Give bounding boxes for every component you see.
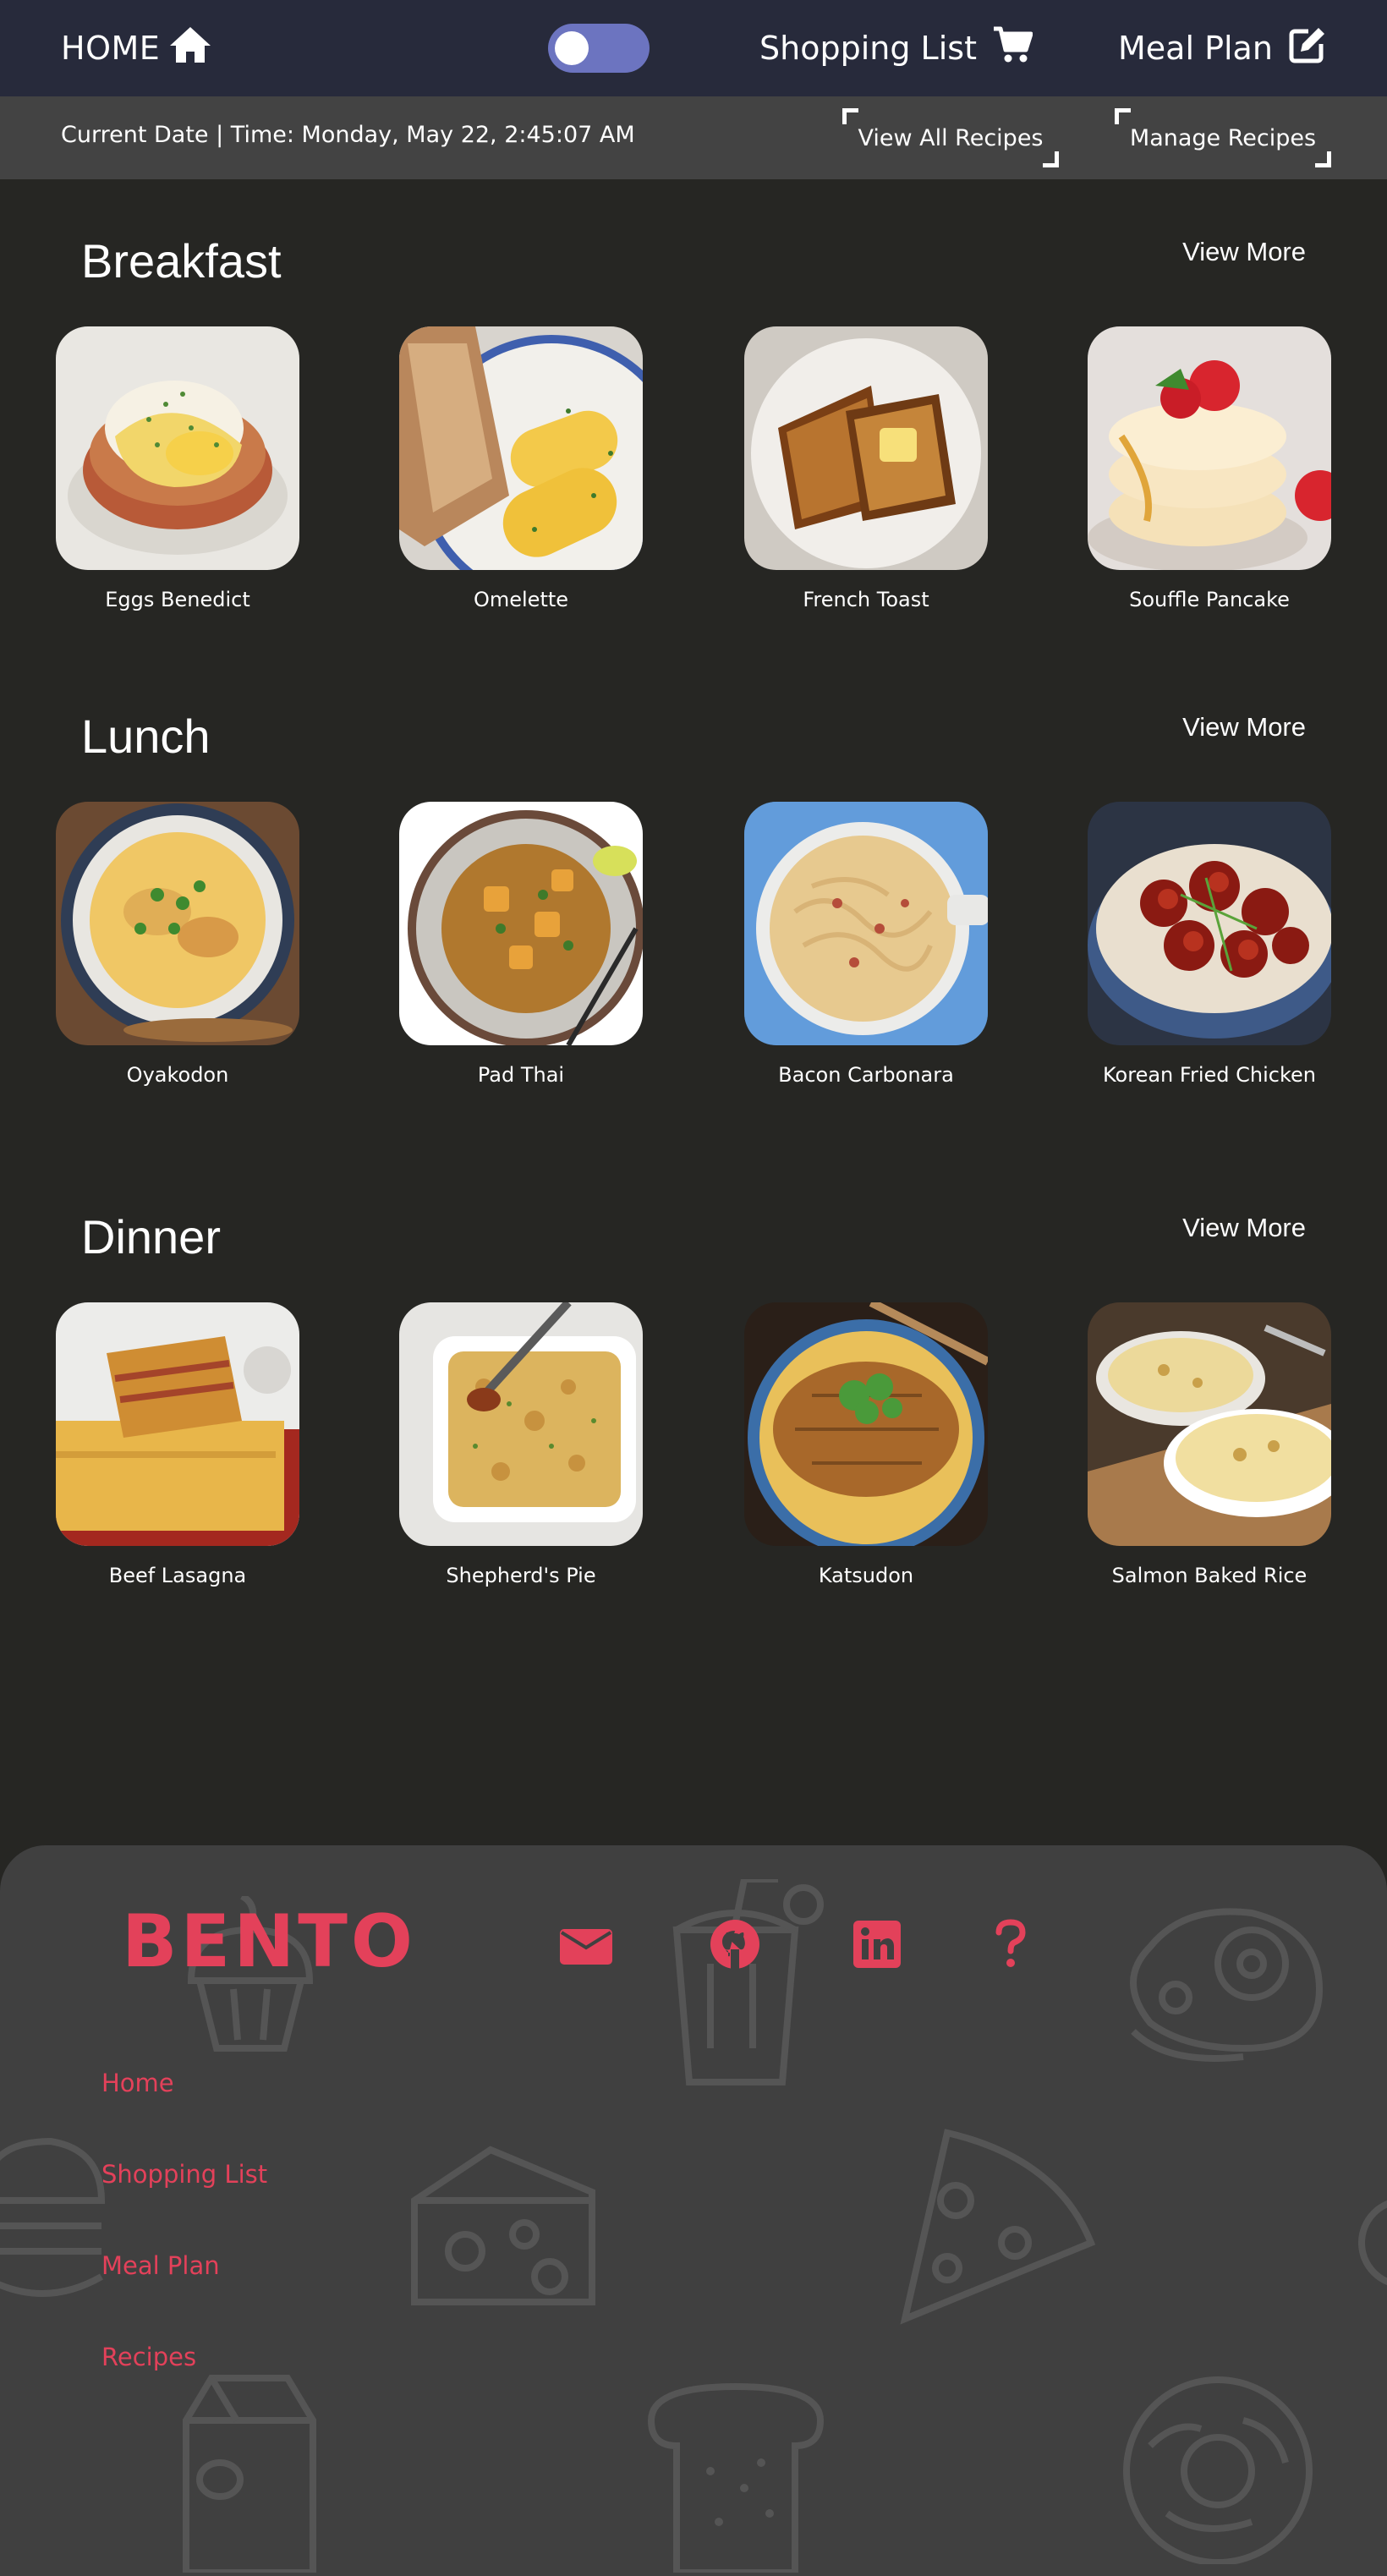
nav-meal-label: Meal Plan	[1118, 30, 1273, 67]
pizza-icon	[888, 2124, 1108, 2327]
recipe-card[interactable]: Souffle Pancake	[1088, 326, 1331, 613]
manage-recipes-label: Manage Recipes	[1129, 124, 1317, 151]
footer-link-recipes[interactable]: Recipes	[101, 2343, 196, 2371]
recipe-image-beef-lasagna	[56, 1302, 299, 1546]
recipe-image-oyakodon	[56, 802, 299, 1045]
view-more-button[interactable]: View More	[1182, 237, 1306, 267]
manage-recipes-button[interactable]: Manage Recipes	[1115, 108, 1331, 167]
recipe-name: Bacon Carbonara	[778, 1063, 954, 1087]
section-title: Lunch	[81, 710, 211, 763]
recipe-image-eggs-benedict	[56, 326, 299, 570]
recipe-image-shepherds-pie	[399, 1302, 643, 1546]
cheese-icon	[406, 2141, 600, 2310]
burger-icon	[0, 2133, 110, 2319]
linkedin-icon[interactable]	[847, 1915, 907, 1974]
recipe-card[interactable]: Katsudon	[744, 1302, 988, 1589]
brand-logo[interactable]: BENTO	[122, 1899, 416, 1984]
top-navbar: HOME Shopping List Meal Plan	[0, 0, 1387, 96]
nav-home-label: HOME	[61, 30, 161, 67]
view-more-button[interactable]: View More	[1182, 1213, 1306, 1243]
section-title: Breakfast	[81, 234, 282, 288]
recipe-name: Souffle Pancake	[1129, 588, 1290, 611]
github-icon[interactable]	[705, 1915, 765, 1974]
footer-link-home[interactable]: Home	[101, 2069, 174, 2097]
recipe-name: Beef Lasagna	[108, 1564, 247, 1587]
lemon-icon	[1353, 2192, 1387, 2294]
nav-meal-plan-link[interactable]: Meal Plan	[1118, 25, 1327, 71]
recipe-card[interactable]: Pad Thai	[399, 802, 643, 1088]
recipe-card[interactable]: Oyakodon	[56, 802, 299, 1088]
recipe-name: French Toast	[803, 588, 929, 611]
section-title: Dinner	[81, 1210, 221, 1263]
question-icon[interactable]	[981, 1915, 1040, 1974]
theme-toggle[interactable]	[548, 24, 650, 73]
nav-shopping-label: Shopping List	[759, 30, 977, 67]
recipe-image-omelette	[399, 326, 643, 570]
view-more-button[interactable]: View More	[1182, 712, 1306, 743]
view-all-recipes-label: View All Recipes	[858, 124, 1044, 151]
footer-link-shopping-list[interactable]: Shopping List	[101, 2160, 267, 2189]
recipe-card[interactable]: French Toast	[744, 326, 988, 613]
edit-icon	[1288, 25, 1327, 72]
recipe-name: Pad Thai	[477, 1063, 565, 1087]
recipe-name: Korean Fried Chicken	[1103, 1063, 1316, 1087]
toggle-knob	[555, 31, 589, 65]
footer-link-meal-plan[interactable]: Meal Plan	[101, 2251, 220, 2280]
donut-icon	[1116, 2361, 1319, 2564]
recipe-image-katsudon	[744, 1302, 988, 1546]
recipe-image-pad-thai	[399, 802, 643, 1045]
recipe-image-french-toast	[744, 326, 988, 570]
nav-home-link[interactable]: HOME	[61, 25, 212, 71]
recipe-name: Eggs Benedict	[105, 588, 250, 611]
recipe-image-salmon-baked-rice	[1088, 1302, 1331, 1546]
cup-icon	[660, 1879, 829, 2091]
recipe-name: Shepherd's Pie	[446, 1564, 596, 1587]
recipe-card[interactable]: Beef Lasagna	[56, 1302, 299, 1589]
bread-icon	[643, 2370, 829, 2573]
footer: BENTO Home Shopping List Meal Plan Recip…	[0, 1845, 1387, 2576]
recipe-image-souffle-pancake	[1088, 326, 1331, 570]
recipe-card[interactable]: Salmon Baked Rice	[1088, 1302, 1331, 1589]
nav-shopping-list-link[interactable]: Shopping List	[759, 25, 1033, 71]
info-bar: Current Date | Time: Monday, May 22, 2:4…	[0, 96, 1387, 179]
current-date-time: Current Date | Time: Monday, May 22, 2:4…	[61, 122, 635, 148]
envelope-icon[interactable]	[556, 1915, 616, 1974]
milk-carton-icon	[169, 2370, 330, 2573]
shopping-cart-icon	[992, 26, 1033, 71]
steak-icon	[1116, 1888, 1336, 2065]
view-all-recipes-button[interactable]: View All Recipes	[842, 108, 1059, 167]
recipe-name: Katsudon	[818, 1564, 914, 1587]
recipe-name: Omelette	[473, 588, 569, 611]
home-icon	[168, 25, 212, 72]
recipe-image-bacon-carbonara	[744, 802, 988, 1045]
recipe-name: Salmon Baked Rice	[1111, 1564, 1308, 1587]
recipe-card[interactable]: Korean Fried Chicken	[1088, 802, 1331, 1088]
recipe-card[interactable]: Omelette	[399, 326, 643, 613]
recipe-name: Oyakodon	[126, 1063, 229, 1087]
recipe-image-korean-fried-chicken	[1088, 802, 1331, 1045]
recipe-card[interactable]: Bacon Carbonara	[744, 802, 988, 1088]
recipe-card[interactable]: Shepherd's Pie	[399, 1302, 643, 1589]
recipe-card[interactable]: Eggs Benedict	[56, 326, 299, 613]
